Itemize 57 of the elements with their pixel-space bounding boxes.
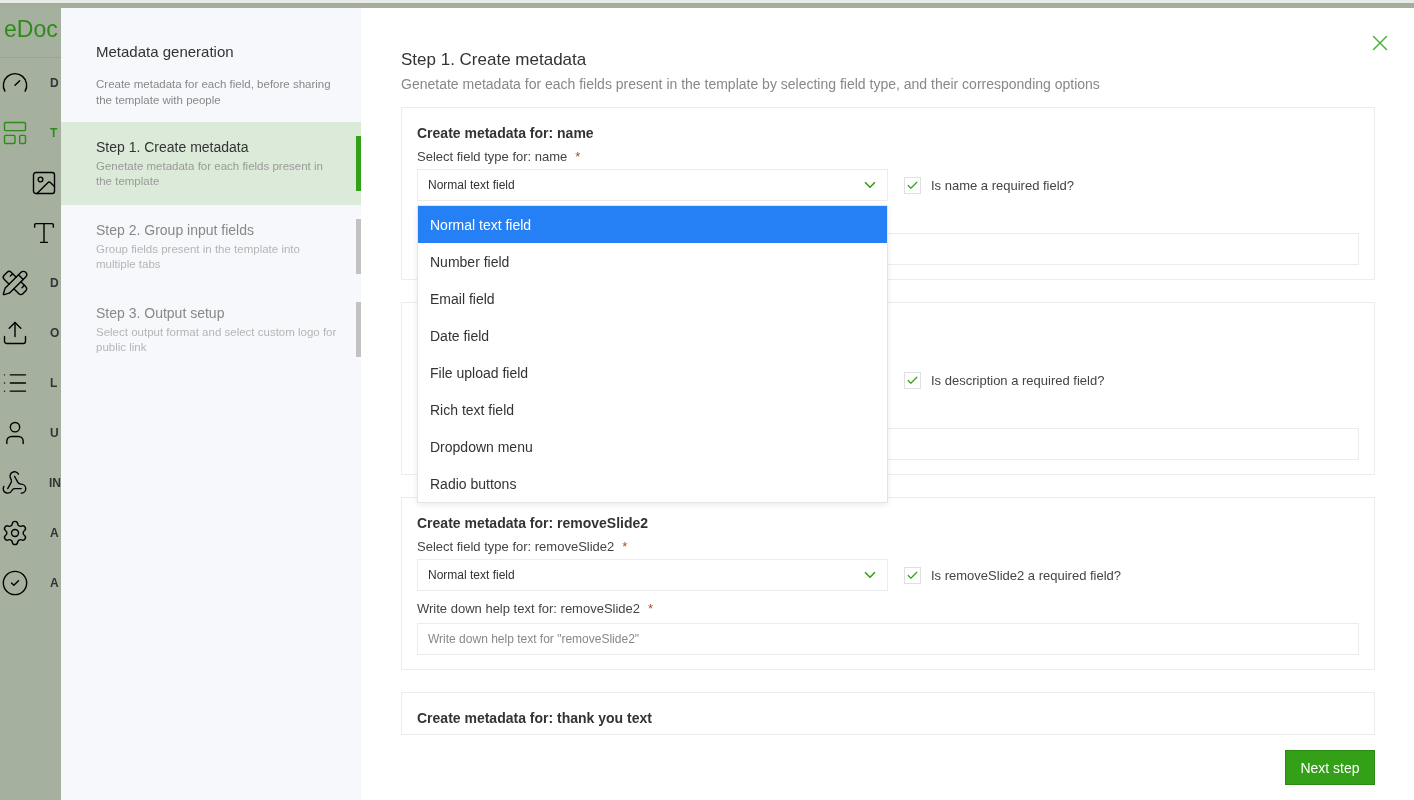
dropdown-option[interactable]: Normal text field bbox=[418, 206, 887, 243]
dropdown-option[interactable]: Number field bbox=[418, 243, 887, 280]
nav-label[interactable]: D bbox=[50, 276, 59, 290]
nav-label[interactable]: L bbox=[50, 376, 58, 390]
dropdown-option[interactable]: Rich text field bbox=[418, 391, 887, 428]
page-subtitle: Genetate metadata for each fields present in the template by selecting field type, and their corresponding options bbox=[401, 76, 1101, 92]
checkbox[interactable] bbox=[904, 371, 921, 389]
card-title: Create metadata for: name bbox=[417, 125, 594, 141]
checkbox-label: Is removeSlide2 a required field? bbox=[931, 567, 1122, 583]
step-item[interactable]: Step 1. Create metadata Genetate metadata for each fields present in the template bbox=[61, 122, 361, 205]
nav-label[interactable]: A bbox=[50, 526, 59, 540]
step-title: Step 2. Group input fields bbox=[96, 222, 255, 238]
panel-description: Create metadata for each field, before sharing the template with people bbox=[96, 77, 332, 108]
step-description: Group fields present in the template into multiple tabs bbox=[96, 242, 301, 272]
step-description: Genetate metadata for each fields present in the template bbox=[96, 159, 324, 189]
field-label: Select field type for: removeSlide2 bbox=[417, 538, 615, 554]
image-icon[interactable] bbox=[30, 169, 58, 197]
nav-label[interactable]: U bbox=[50, 426, 59, 440]
field-label: Write down help text for: removeSlide2 bbox=[417, 600, 641, 616]
step-indicator bbox=[356, 219, 361, 274]
step-title: Step 3. Output setup bbox=[96, 305, 226, 321]
panel-title: Metadata generation bbox=[96, 43, 235, 60]
gear-icon[interactable] bbox=[1, 519, 29, 547]
nav-label[interactable]: A bbox=[50, 576, 59, 590]
card-title: Create metadata for: removeSlide2 bbox=[417, 515, 649, 531]
page-title: Step 1. Create metadata bbox=[401, 50, 588, 70]
dropdown-option[interactable]: Dropdown menu bbox=[418, 428, 887, 465]
help-text-field[interactable]: Write down help text for "removeSlide2" bbox=[417, 623, 1359, 655]
dropdown-option[interactable]: Email field bbox=[418, 280, 887, 317]
nav-label[interactable]: IN bbox=[49, 476, 61, 490]
check-circle-icon[interactable] bbox=[1, 569, 29, 597]
nav-label[interactable]: D bbox=[50, 76, 59, 90]
step-indicator bbox=[356, 136, 361, 191]
checkbox[interactable] bbox=[904, 176, 921, 194]
checkbox-label: Is description a required field? bbox=[931, 372, 1105, 388]
pencil-ruler-icon[interactable] bbox=[1, 269, 29, 297]
required-mark: * bbox=[648, 600, 654, 616]
checkbox-label: Is name a required field? bbox=[931, 177, 1075, 193]
step-description: Select output format and select custom logo for public link bbox=[96, 325, 338, 355]
webhook-icon[interactable] bbox=[1, 469, 28, 497]
step-indicator bbox=[356, 302, 361, 357]
dropdown-option[interactable]: Date field bbox=[418, 317, 887, 354]
required-mark: * bbox=[575, 148, 581, 164]
dropdown-option[interactable]: Radio buttons bbox=[418, 465, 887, 502]
step-item[interactable]: Step 2. Group input fields Group fields present in the template into multiple tabs bbox=[61, 205, 361, 288]
field-label: Select field type for: name bbox=[417, 148, 568, 164]
checkbox[interactable] bbox=[904, 566, 921, 584]
next-step-button[interactable]: Next step bbox=[1285, 750, 1375, 785]
card-title: Create metadata for: thank you text bbox=[417, 710, 652, 726]
dropdown-option[interactable]: File upload field bbox=[418, 354, 887, 391]
upload-icon[interactable] bbox=[1, 319, 29, 347]
required-mark: * bbox=[622, 538, 628, 554]
nav-label[interactable]: O bbox=[50, 326, 60, 340]
field-type-select[interactable]: Normal text field bbox=[417, 559, 888, 591]
step-title: Step 1. Create metadata bbox=[96, 139, 250, 155]
step-item[interactable]: Step 3. Output setup Select output format and select custom logo for public link bbox=[61, 288, 361, 371]
field-type-select[interactable]: Normal text field bbox=[417, 169, 888, 201]
